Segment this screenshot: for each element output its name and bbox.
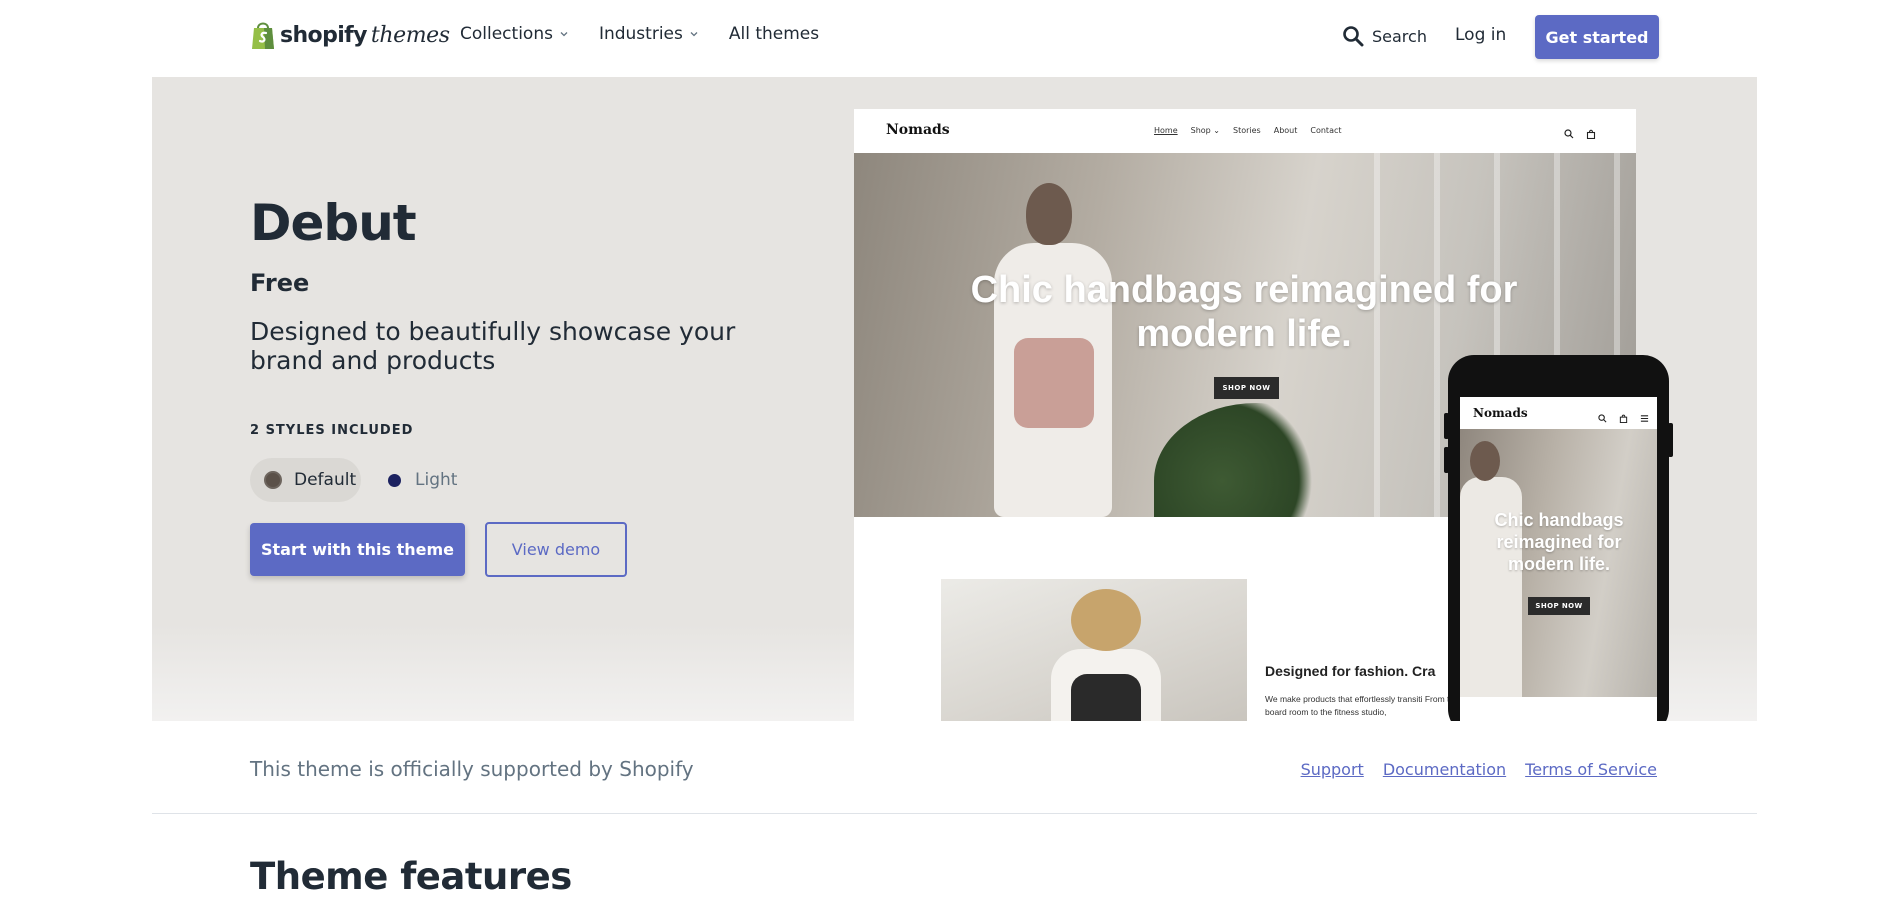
logo-wordmark: shopify [280, 22, 367, 48]
mobile-brand: Nomads [1473, 406, 1528, 420]
view-demo-button[interactable]: View demo [485, 522, 627, 577]
support-link[interactable]: Support [1301, 760, 1364, 779]
preview-nav-about: About [1273, 126, 1298, 135]
styles-included-label: 2 STYLES INCLUDED [250, 423, 414, 438]
nav-collections[interactable]: Collections [460, 24, 569, 44]
chevron-down-icon [690, 32, 698, 37]
main-nav: Collections Industries All themes [460, 24, 849, 44]
mobile-nav-icons [1586, 408, 1649, 424]
mobile-headline: Chic handbags reimagined for modern life… [1494, 510, 1624, 574]
section-divider [152, 813, 1757, 814]
theme-name: Debut [250, 194, 417, 252]
style-swatch-light [388, 473, 401, 487]
preview-section-title: Designed for fashion. Cra [1265, 663, 1436, 679]
start-with-theme-button[interactable]: Start with this theme [250, 523, 465, 576]
documentation-link[interactable]: Documentation [1383, 760, 1506, 779]
preview-brand: Nomads [886, 122, 950, 138]
preview-plant [1154, 403, 1324, 517]
theme-features-heading: Theme features [250, 855, 572, 898]
logo-suffix: themes [370, 22, 450, 48]
top-navigation: shopify themes Collections Industries Al… [0, 0, 1903, 76]
nav-all-themes-label: All themes [728, 24, 820, 44]
mobile-screen: Nomads Chic handbags reimagined for mode… [1460, 397, 1657, 721]
preview-feature-backpack [1071, 674, 1141, 721]
style-label-light: Light [415, 470, 458, 490]
search-label: Search [1372, 26, 1427, 46]
mobile-preview: Nomads Chic handbags reimagined for mode… [1444, 355, 1673, 721]
style-label-default: Default [294, 470, 357, 490]
mobile-hero-image: Chic handbags reimagined for modern life… [1460, 429, 1657, 697]
nav-all-themes[interactable]: All themes [729, 24, 819, 44]
mobile-shop-now-button: SHOP NOW [1528, 597, 1590, 615]
cart-icon [1586, 124, 1596, 140]
preview-shop-now-button: SHOP NOW [1214, 377, 1279, 399]
shopify-themes-logo[interactable]: shopify themes [250, 20, 450, 50]
phone-side-button [1444, 413, 1449, 439]
shopping-bag-icon [252, 22, 274, 49]
style-option-default[interactable]: Default [250, 458, 361, 502]
preview-nav-stories: Stories [1233, 126, 1261, 135]
phone-side-button [1444, 447, 1449, 473]
theme-price: Free [250, 269, 310, 297]
theme-description: Designed to beautifully showcase your br… [250, 317, 736, 375]
get-started-button[interactable]: Get started [1535, 15, 1659, 59]
phone-side-button [1668, 423, 1673, 457]
preview-feature-hair [1071, 589, 1141, 651]
preview-headline: Chic handbags reimagined for modern life… [970, 269, 1518, 355]
search-icon [1564, 124, 1574, 139]
search-button[interactable]: Search [1342, 25, 1427, 47]
terms-of-service-link[interactable]: Terms of Service [1525, 760, 1657, 779]
preview-nav-contact: Contact [1310, 126, 1342, 135]
theme-hero: Debut Free Designed to beautifully showc… [152, 77, 1757, 721]
preview-model-head [1026, 183, 1072, 245]
preview-nav-icons [1552, 124, 1596, 140]
preview-section-text: We make products that effortlessly trans… [1265, 694, 1459, 717]
preview-nav-shop: Shop ⌄ [1190, 126, 1220, 135]
style-swatch-default [264, 471, 282, 489]
search-icon [1343, 26, 1364, 47]
support-statement: This theme is officially supported by Sh… [250, 757, 694, 781]
nav-industries-label: Industries [598, 24, 683, 44]
nav-industries[interactable]: Industries [599, 24, 699, 44]
nav-collections-label: Collections [460, 24, 553, 44]
search-icon [1598, 408, 1607, 423]
preview-feature-image [941, 579, 1247, 721]
menu-icon [1640, 408, 1649, 422]
preview-nav-links: Home Shop ⌄ Stories About Contact [1154, 126, 1355, 135]
style-option-light[interactable]: Light [374, 458, 474, 502]
chevron-down-icon [560, 32, 568, 37]
preview-nav-home: Home [1154, 126, 1178, 135]
mobile-model-head [1470, 441, 1500, 481]
support-links: Support Documentation Terms of Service [1282, 760, 1657, 779]
preview-navbar: Nomads Home Shop ⌄ Stories About Contact [854, 109, 1636, 153]
cart-icon [1619, 408, 1628, 424]
login-link[interactable]: Log in [1455, 25, 1506, 45]
